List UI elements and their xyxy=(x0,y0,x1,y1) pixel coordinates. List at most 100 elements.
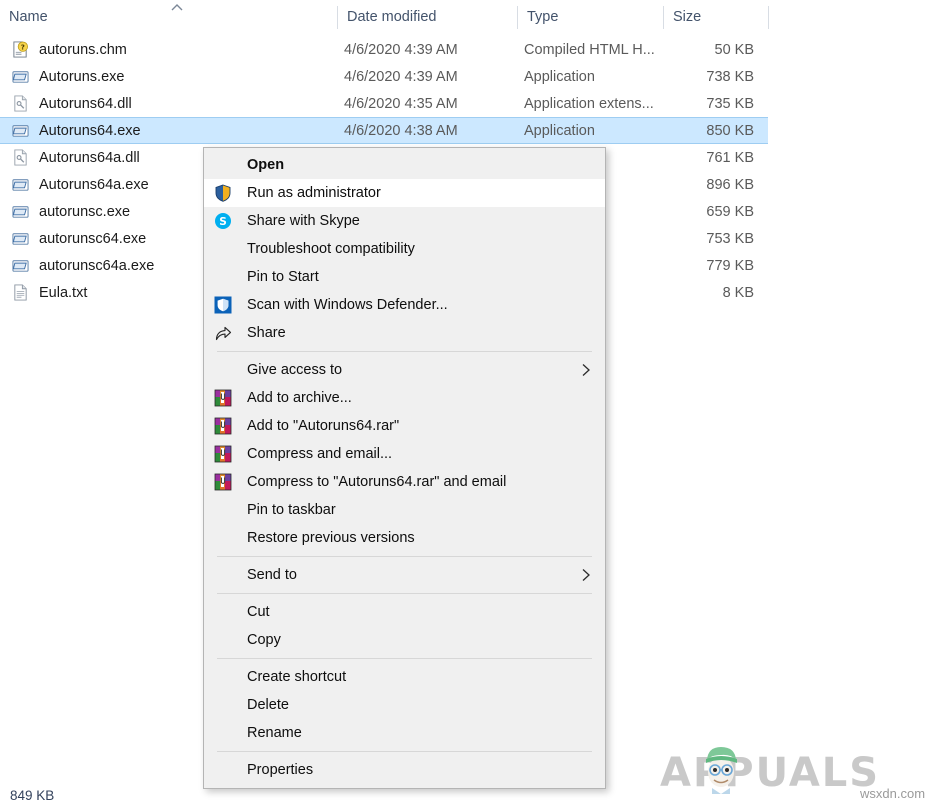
file-size-cell: 738 KB xyxy=(706,68,754,85)
menu-separator xyxy=(217,751,592,752)
menu-item-share-with-skype[interactable]: S Share with Skype xyxy=(204,207,605,235)
menu-item-pin-to-start[interactable]: Pin to Start xyxy=(204,263,605,291)
menu-item-copy[interactable]: Copy xyxy=(204,626,605,654)
menu-item-properties[interactable]: Properties xyxy=(204,756,605,784)
exe-app-icon xyxy=(12,179,29,191)
file-size-cell: 850 KB xyxy=(706,122,754,139)
menu-item-troubleshoot-compatibility[interactable]: Troubleshoot compatibility xyxy=(204,235,605,263)
winrar-icon xyxy=(214,417,232,435)
share-arrow-icon xyxy=(214,324,232,342)
exe-app-icon xyxy=(12,125,29,137)
file-name-label: Autoruns64.exe xyxy=(39,122,141,139)
menu-item-label: Properties xyxy=(247,761,314,778)
menu-item-label: Troubleshoot compatibility xyxy=(247,240,415,257)
file-size-cell: 659 KB xyxy=(706,203,754,220)
menu-item-send-to[interactable]: Send to xyxy=(204,561,605,589)
menu-item-label: Scan with Windows Defender... xyxy=(247,296,448,313)
column-header-date-modified-label: Date modified xyxy=(347,9,437,25)
file-name-label: Autoruns64a.exe xyxy=(39,176,149,193)
menu-item-label: Cut xyxy=(247,603,270,620)
menu-item-label: Send to xyxy=(247,566,297,583)
menu-item-give-access-to[interactable]: Give access to xyxy=(204,356,605,384)
status-bar-selection-size: 849 KB xyxy=(10,787,55,803)
column-header-size[interactable]: Size xyxy=(664,0,768,34)
menu-item-label: Add to "Autoruns64.rar" xyxy=(247,417,400,434)
menu-item-create-shortcut[interactable]: Create shortcut xyxy=(204,663,605,691)
menu-separator xyxy=(217,556,592,557)
svg-text:S: S xyxy=(219,216,227,228)
menu-item-add-to-autoruns64-rar[interactable]: Add to "Autoruns64.rar" xyxy=(204,412,605,440)
menu-item-delete[interactable]: Delete xyxy=(204,691,605,719)
winrar-icon xyxy=(214,445,232,463)
menu-item-label: Open xyxy=(247,156,285,173)
menu-item-pin-to-taskbar[interactable]: Pin to taskbar xyxy=(204,496,605,524)
exe-app-icon xyxy=(12,233,29,245)
menu-item-add-to-archive[interactable]: Add to archive... xyxy=(204,384,605,412)
file-date-cell: 4/6/2020 4:39 AM xyxy=(344,41,458,58)
menu-item-rename[interactable]: Rename xyxy=(204,719,605,747)
dll-icon xyxy=(14,95,27,112)
chm-help-icon: ? xyxy=(13,41,28,58)
sort-ascending-icon xyxy=(168,2,186,14)
file-name-cell: Autoruns.exe xyxy=(12,63,332,90)
file-size-cell: 761 KB xyxy=(706,149,754,166)
svg-text:?: ? xyxy=(21,43,25,52)
file-size-cell: 753 KB xyxy=(706,230,754,247)
menu-item-label: Restore previous versions xyxy=(247,529,415,546)
file-name-cell: Autoruns64.exe xyxy=(12,118,332,143)
menu-item-restore-previous-versions[interactable]: Restore previous versions xyxy=(204,524,605,552)
menu-item-scan-with-windows-defender[interactable]: Scan with Windows Defender... xyxy=(204,291,605,319)
exe-app-icon xyxy=(12,71,29,83)
uac-shield-icon xyxy=(215,184,231,202)
file-name-label: autorunsc.exe xyxy=(39,203,131,220)
menu-item-cut[interactable]: Cut xyxy=(204,598,605,626)
file-size-cell: 50 KB xyxy=(714,41,755,58)
menu-item-label: Rename xyxy=(247,724,302,741)
file-name-label: Autoruns64a.dll xyxy=(39,149,140,166)
menu-item-label: Compress to "Autoruns64.rar" and email xyxy=(247,473,507,490)
chevron-right-icon xyxy=(581,363,591,378)
menu-item-open[interactable]: Open xyxy=(204,151,605,179)
file-name-label: Autoruns.exe xyxy=(39,68,125,85)
file-size-cell: 735 KB xyxy=(706,95,754,112)
file-name-label: autorunsc64.exe xyxy=(39,230,147,247)
skype-icon: S xyxy=(214,212,232,230)
column-header-size-label: Size xyxy=(673,9,702,25)
menu-item-run-as-administrator[interactable]: Run as administrator xyxy=(204,179,605,207)
table-row[interactable]: Autoruns.exe 4/6/2020 4:39 AM Application 7… xyxy=(0,63,768,90)
menu-item-label: Create shortcut xyxy=(247,668,347,685)
menu-item-share[interactable]: Share xyxy=(204,319,605,347)
winrar-icon xyxy=(214,417,232,435)
file-name-label: autorunsc64a.exe xyxy=(39,257,155,274)
table-row[interactable]: ? autoruns.chm 4/6/2020 4:39 AM Compiled HT… xyxy=(0,36,768,63)
menu-item-label: Give access to xyxy=(247,361,343,378)
chevron-right-icon xyxy=(581,568,591,583)
file-name-label: Eula.txt xyxy=(39,284,88,301)
column-header-type[interactable]: Type xyxy=(518,0,663,34)
file-size-cell: 896 KB xyxy=(706,176,754,193)
column-header-type-label: Type xyxy=(527,9,559,25)
uac-shield-icon xyxy=(214,184,232,202)
column-header-name[interactable]: Name xyxy=(0,0,337,34)
file-date-cell: 4/6/2020 4:39 AM xyxy=(344,68,458,85)
file-name-label: Autoruns64.dll xyxy=(39,95,132,112)
skype-icon: S xyxy=(215,213,231,229)
table-row-selected[interactable]: Autoruns64.exe 4/6/2020 4:38 AM Applicatio… xyxy=(0,117,768,144)
context-menu[interactable]: Open Run as administrator S Share with Skyp… xyxy=(203,147,606,789)
table-row[interactable]: Autoruns64.dll 4/6/2020 4:35 AM Applicatio… xyxy=(0,90,768,117)
menu-item-compress-to-autoruns64-rar-and-email[interactable]: Compress to "Autoruns64.rar" and email xyxy=(204,468,605,496)
menu-separator xyxy=(217,593,592,594)
winrar-icon xyxy=(214,473,232,491)
menu-item-label: Compress and email... xyxy=(247,445,393,462)
winrar-icon xyxy=(214,473,232,491)
menu-item-label: Pin to taskbar xyxy=(247,501,336,518)
winrar-icon xyxy=(214,445,232,463)
column-header-row: Name Date modified Type Size xyxy=(0,0,940,34)
file-size-cell: 779 KB xyxy=(706,257,754,274)
share-arrow-icon xyxy=(215,326,232,341)
menu-item-label: Copy xyxy=(247,631,281,648)
menu-item-compress-and-email[interactable]: Compress and email... xyxy=(204,440,605,468)
windows-defender-icon xyxy=(214,296,232,314)
column-divider-4[interactable] xyxy=(768,6,769,29)
column-header-date-modified[interactable]: Date modified xyxy=(338,0,517,34)
